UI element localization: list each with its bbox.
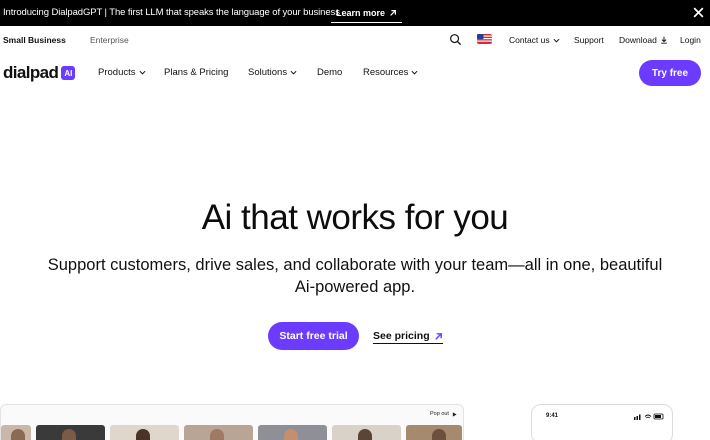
download-icon [661,36,667,44]
contact-us-label: Contact us [509,35,550,45]
nav-solutions[interactable]: Solutions [248,67,297,78]
nav-demo-label: Demo [317,67,343,78]
nav-products-label: Products [98,67,136,78]
chevron-down-icon [553,38,560,43]
main-nav: dialpad AI Products Plans & Pricing Solu… [0,54,710,92]
logo-wordmark: dialpad [3,63,59,82]
hero-subtitle-line-1: Support customers, drive sales, and coll… [47,256,663,274]
login-link[interactable]: Login [680,35,701,45]
secondary-nav: Small Business Enterprise Contact us Sup… [0,26,710,54]
pop-out-control[interactable]: Pop out [430,411,457,417]
nav-demo[interactable]: Demo [317,67,342,78]
arrow-up-right-icon [434,332,442,340]
phone-time: 9:41 [546,413,559,419]
arrow-up-right-icon [390,9,397,16]
play-icon [452,411,457,417]
download-label: Download [619,35,657,45]
chevron-down-icon [290,70,297,75]
app-preview-window: Pop out [0,404,464,440]
video-tile [406,425,462,440]
video-tile [110,425,179,440]
video-tile [258,425,327,440]
video-tile [184,425,253,440]
enterprise-link[interactable]: Enterprise [90,35,129,45]
us-flag-icon[interactable] [477,34,492,44]
video-tile [36,425,105,440]
phone-status-icons [634,413,664,420]
hero-title: Ai that works for you [201,198,509,237]
video-tiles [1,425,462,440]
see-pricing-label: See pricing [373,330,430,342]
dialpad-logo[interactable]: dialpad AI [3,63,76,83]
pop-out-label: Pop out [430,411,449,417]
download-link[interactable]: Download [619,35,668,45]
nav-resources[interactable]: Resources [363,67,418,78]
hero-subtitle-line-2: Ai-powered app. [294,278,416,296]
learn-more-link[interactable]: Learn more [331,3,403,23]
close-icon[interactable] [692,6,705,19]
support-link[interactable]: Support [574,35,604,45]
contact-us-menu[interactable]: Contact us [509,35,560,45]
video-tile [332,425,401,440]
learn-more-label: Learn more [336,7,386,18]
video-tile [1,425,31,440]
announcement-bar: Introducing DialpadGPT | The first LLM t… [0,0,710,26]
phone-preview: 9:41 [531,404,673,440]
chevron-down-icon [139,70,145,75]
nav-solutions-label: Solutions [248,67,288,78]
nav-plans-label: Plans & Pricing [164,67,229,78]
see-pricing-link[interactable]: See pricing [373,330,443,344]
segment-switch: Small Business Enterprise [3,35,129,45]
small-business-link[interactable]: Small Business [3,35,66,45]
nav-plans-pricing[interactable]: Plans & Pricing [164,67,228,78]
try-free-button[interactable]: Try free [639,60,701,86]
nav-products[interactable]: Products [98,67,146,78]
chevron-down-icon [411,70,418,75]
logo-ai-badge: AI [61,66,76,80]
nav-resources-label: Resources [363,67,409,78]
start-free-trial-button[interactable]: Start free trial [268,322,359,350]
announcement-text: Introducing DialpadGPT | The first LLM t… [3,7,340,18]
hero-subtitle: Support customers, drive sales, and coll… [0,254,710,298]
search-icon[interactable] [449,33,462,46]
